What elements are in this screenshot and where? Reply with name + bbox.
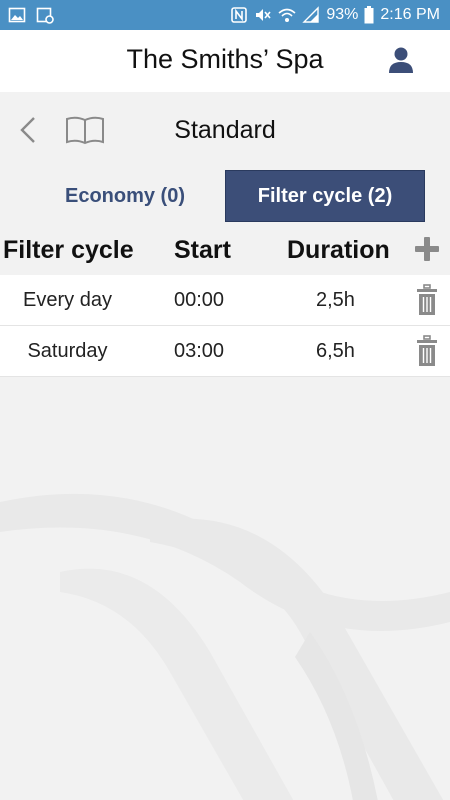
- row-cycle: Saturday: [27, 339, 108, 362]
- logo-watermark: [0, 493, 450, 800]
- table-row[interactable]: Saturday 03:00 6,5h: [0, 326, 450, 377]
- status-bar: 93% 2:16 PM: [0, 0, 450, 30]
- page-title: The Smiths’ Spa: [126, 44, 324, 74]
- trash-icon[interactable]: [416, 284, 438, 316]
- trash-icon[interactable]: [416, 335, 438, 367]
- status-right: 93% 2:16 PM: [230, 0, 440, 30]
- table-row[interactable]: Every day 00:00 2,5h: [0, 275, 450, 326]
- app-header: The Smiths’ Spa: [0, 30, 450, 92]
- plus-icon[interactable]: [414, 236, 440, 262]
- main-card: Standard Economy (0) Filter cycle (2) Fi…: [0, 92, 450, 800]
- mute-icon: [256, 9, 271, 21]
- tab-bar: Economy (0) Filter cycle (2): [25, 170, 425, 222]
- nfc-icon: [231, 7, 248, 23]
- row-cycle: Every day: [23, 288, 112, 311]
- wifi-icon: [278, 8, 296, 22]
- row-duration: 2,5h: [316, 288, 355, 311]
- status-left-icons: [8, 6, 54, 24]
- clock: 2:16 PM: [380, 6, 440, 23]
- row-duration: 6,5h: [316, 339, 355, 362]
- row-start: 00:00: [174, 288, 225, 311]
- user-icon[interactable]: [388, 46, 414, 74]
- screenshot-icon: [36, 7, 54, 24]
- section-title: Standard: [0, 116, 450, 145]
- signal-icon: [302, 6, 320, 23]
- column-header-duration: Duration: [287, 236, 390, 264]
- battery-percent: 93%: [326, 6, 359, 23]
- tab-filter-cycle[interactable]: Filter cycle (2): [225, 170, 425, 222]
- tab-economy[interactable]: Economy (0): [25, 170, 225, 222]
- column-header-filter-cycle: Filter cycle: [3, 236, 134, 264]
- section-title-label: Standard: [174, 116, 276, 144]
- column-header-start: Start: [174, 236, 231, 264]
- filter-cycle-list: Every day 00:00 2,5h Saturday 03:00 6,5h: [0, 275, 450, 377]
- image-icon: [8, 7, 26, 23]
- table-header: Filter cycle Start Duration: [0, 232, 450, 274]
- battery-icon: [364, 6, 374, 24]
- row-start: 03:00: [174, 339, 225, 362]
